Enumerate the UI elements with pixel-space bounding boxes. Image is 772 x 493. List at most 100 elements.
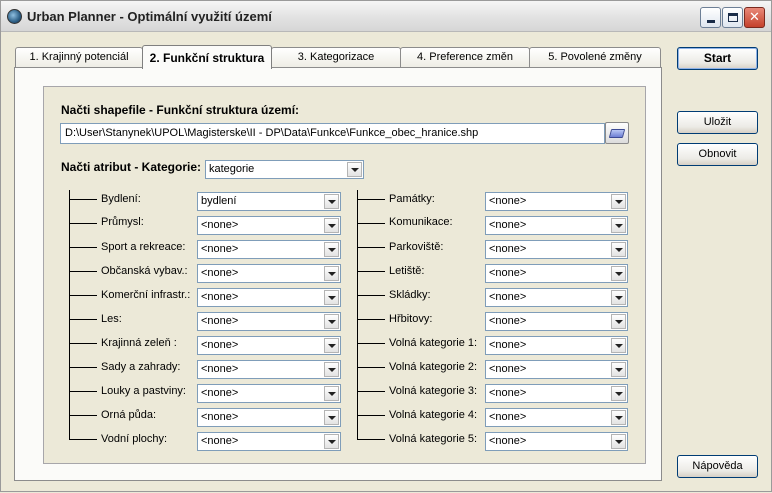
category-label: Hřbitovy: xyxy=(389,313,433,325)
tree-branch xyxy=(357,271,385,272)
category-select-value: <none> xyxy=(489,435,527,447)
category-label: Průmysl: xyxy=(101,216,144,228)
attribute-select[interactable]: kategorie xyxy=(205,160,364,179)
chevron-down-icon xyxy=(347,162,362,177)
chevron-down-icon xyxy=(324,386,339,401)
chevron-down-icon xyxy=(611,362,626,377)
chevron-down-icon xyxy=(324,338,339,353)
chevron-down-icon xyxy=(611,218,626,233)
category-select[interactable]: <none> xyxy=(197,360,341,379)
chevron-down-icon xyxy=(611,434,626,449)
tree-branch xyxy=(69,199,97,200)
category-select[interactable]: <none> xyxy=(197,432,341,451)
category-label: Orná půda: xyxy=(101,409,157,421)
category-select[interactable]: bydlení xyxy=(197,192,341,211)
app-window: Urban Planner - Optimální využití území … xyxy=(0,0,772,492)
category-label: Les: xyxy=(101,313,122,325)
category-select[interactable]: <none> xyxy=(485,408,628,427)
chevron-down-icon xyxy=(611,338,626,353)
chevron-down-icon xyxy=(611,266,626,281)
category-select[interactable]: <none> xyxy=(485,432,628,451)
category-select[interactable]: <none> xyxy=(197,336,341,355)
category-select[interactable]: <none> xyxy=(197,288,341,307)
category-select[interactable]: <none> xyxy=(197,264,341,283)
chevron-down-icon xyxy=(324,434,339,449)
category-label: Letiště: xyxy=(389,265,425,277)
category-select[interactable]: <none> xyxy=(197,384,341,403)
category-select[interactable]: <none> xyxy=(197,216,341,235)
category-label: Volná kategorie 4: xyxy=(389,409,478,421)
tree-branch xyxy=(357,199,385,200)
category-select[interactable]: <none> xyxy=(485,288,628,307)
category-label: Vodní plochy: xyxy=(101,433,168,445)
tree-branch xyxy=(69,343,97,344)
chevron-down-icon xyxy=(611,314,626,329)
category-select[interactable]: <none> xyxy=(197,312,341,331)
chevron-down-icon xyxy=(324,410,339,425)
category-label: Parkoviště: xyxy=(389,241,444,253)
category-select[interactable]: <none> xyxy=(197,408,341,427)
chevron-down-icon xyxy=(611,386,626,401)
category-select[interactable]: <none> xyxy=(485,192,628,211)
category-label: Památky: xyxy=(389,193,435,205)
tree-branch xyxy=(69,271,97,272)
tree-branch xyxy=(69,415,97,416)
category-select-value: <none> xyxy=(201,387,239,399)
category-select[interactable]: <none> xyxy=(485,312,628,331)
category-select-value: <none> xyxy=(201,243,239,255)
tree-branch xyxy=(69,319,97,320)
category-select-value: <none> xyxy=(489,219,527,231)
chevron-down-icon xyxy=(324,194,339,209)
category-select[interactable]: <none> xyxy=(485,240,628,259)
category-select[interactable]: <none> xyxy=(485,264,628,283)
category-label: Komerční infrastr.: xyxy=(101,289,191,301)
category-select-value: <none> xyxy=(201,411,239,423)
category-label: Skládky: xyxy=(389,289,431,301)
category-label: Volná kategorie 5: xyxy=(389,433,478,445)
chevron-down-icon xyxy=(611,242,626,257)
category-select[interactable]: <none> xyxy=(485,384,628,403)
category-select-value: <none> xyxy=(489,339,527,351)
attribute-label: Načti atribut - Kategorie: xyxy=(61,160,202,174)
attribute-select-value: kategorie xyxy=(209,163,255,175)
tree-branch xyxy=(69,247,97,248)
chevron-down-icon xyxy=(611,290,626,305)
tree-branch xyxy=(357,391,385,392)
category-select[interactable]: <none> xyxy=(485,336,628,355)
tree-branch xyxy=(69,367,97,368)
category-select[interactable]: <none> xyxy=(485,216,628,235)
chevron-down-icon xyxy=(324,218,339,233)
category-select-value: <none> xyxy=(201,363,239,375)
category-select-value: <none> xyxy=(201,435,239,447)
category-select-value: <none> xyxy=(489,195,527,207)
browse-shapefile-button[interactable] xyxy=(605,122,629,144)
tree-branch xyxy=(69,391,97,392)
category-select-value: <none> xyxy=(201,219,239,231)
tree-branch xyxy=(357,343,385,344)
category-select[interactable]: <none> xyxy=(197,240,341,259)
category-select-value: <none> xyxy=(201,267,239,279)
tab-content: Načti shapefile - Funkční struktura územ… xyxy=(1,1,772,493)
category-select-value: <none> xyxy=(201,291,239,303)
category-select-value: <none> xyxy=(489,267,527,279)
tree-branch xyxy=(357,247,385,248)
chevron-down-icon xyxy=(324,266,339,281)
category-select[interactable]: <none> xyxy=(485,360,628,379)
tree-branch xyxy=(357,223,385,224)
category-select-value: <none> xyxy=(489,315,527,327)
category-label: Sport a rekreace: xyxy=(101,241,186,253)
chevron-down-icon xyxy=(611,410,626,425)
chevron-down-icon xyxy=(324,362,339,377)
category-label: Krajinná zeleň : xyxy=(101,337,177,349)
category-label: Volná kategorie 3: xyxy=(389,385,478,397)
tree-branch xyxy=(357,319,385,320)
category-select-value: <none> xyxy=(489,363,527,375)
category-select-value: <none> xyxy=(489,243,527,255)
tree-branch xyxy=(357,415,385,416)
category-label: Volná kategorie 1: xyxy=(389,337,478,349)
shapefile-path-input[interactable]: D:\User\Stanynek\UPOL\Magisterske\II - D… xyxy=(60,123,605,144)
chevron-down-icon xyxy=(324,314,339,329)
category-select-value: <none> xyxy=(201,339,239,351)
shapefile-label: Načti shapefile - Funkční struktura územ… xyxy=(61,103,300,117)
category-label: Komunikace: xyxy=(389,216,453,228)
